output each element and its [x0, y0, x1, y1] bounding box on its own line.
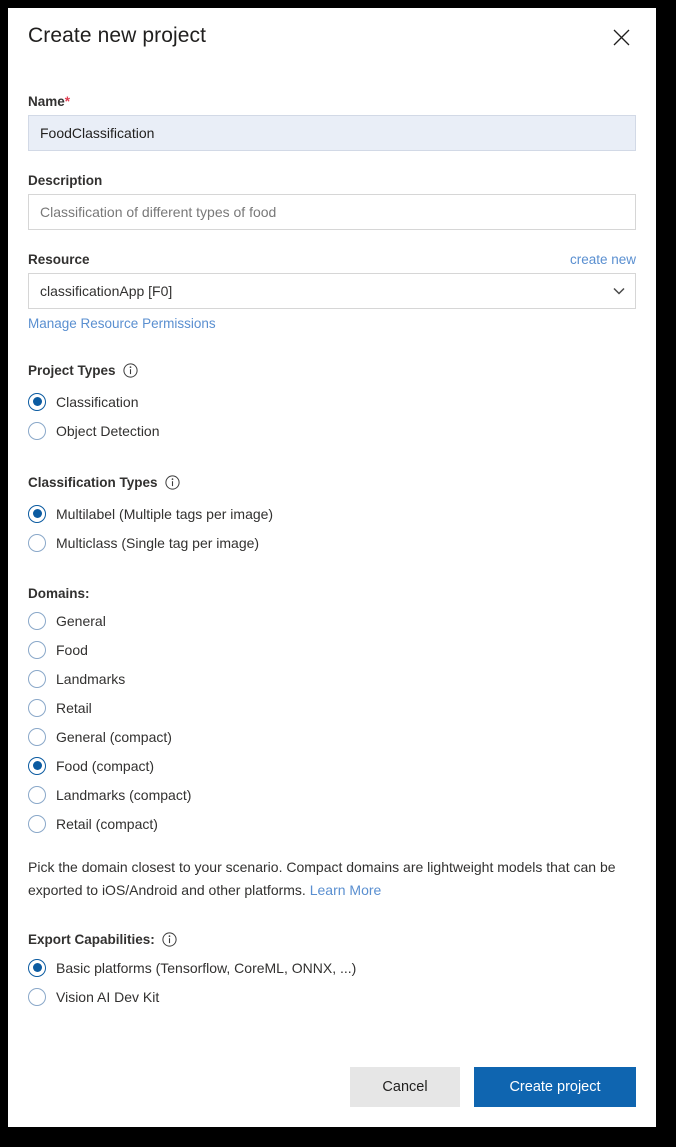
- name-label: Name*: [28, 94, 71, 109]
- radio-label: Landmarks: [56, 670, 126, 687]
- radio-indicator: [28, 987, 46, 1006]
- create-project-button[interactable]: Create project: [474, 1067, 636, 1107]
- project-types-heading: Project Types: [28, 363, 636, 378]
- radio-indicator: [28, 504, 46, 523]
- export-capabilities-heading: Export Capabilities:: [28, 932, 636, 947]
- radio-indicator: [28, 640, 46, 659]
- domains-help-text: Pick the domain closest to your scenario…: [28, 856, 636, 902]
- radio-label: Multiclass (Single tag per image): [56, 534, 260, 551]
- radio-domain-food-compact[interactable]: Food (compact): [28, 751, 636, 780]
- manage-resource-permissions-link[interactable]: Manage Resource Permissions: [28, 316, 216, 331]
- export-capabilities-group: Export Capabilities: Basic platforms (Te…: [28, 932, 636, 1011]
- info-icon[interactable]: [164, 475, 180, 490]
- radio-label: Multilabel (Multiple tags per image): [56, 505, 274, 522]
- radio-indicator: [28, 756, 46, 775]
- radio-label: Basic platforms (Tensorflow, CoreML, ONN…: [56, 959, 357, 976]
- radio-export-vision-ai-dev-kit[interactable]: Vision AI Dev Kit: [28, 982, 636, 1011]
- description-input[interactable]: [28, 194, 636, 230]
- radio-domain-food[interactable]: Food: [28, 635, 636, 664]
- name-field-group: Name*: [28, 94, 636, 151]
- classification-types-heading: Classification Types: [28, 475, 636, 490]
- radio-classification-type-multiclass[interactable]: Multiclass (Single tag per image): [28, 528, 636, 557]
- radio-label: General (compact): [56, 728, 172, 745]
- info-icon[interactable]: [122, 363, 138, 378]
- resource-select[interactable]: classificationApp [F0]: [28, 273, 636, 309]
- radio-label: General: [56, 612, 106, 629]
- dialog-header: Create new project: [28, 8, 636, 64]
- description-field-group: Description: [28, 173, 636, 230]
- radio-label: Vision AI Dev Kit: [56, 988, 160, 1005]
- required-marker: *: [64, 94, 71, 109]
- radio-label: Food (compact): [56, 757, 155, 774]
- domains-heading-label: Domains:: [28, 586, 90, 601]
- name-input[interactable]: [28, 115, 636, 151]
- radio-domain-general-compact[interactable]: General (compact): [28, 722, 636, 751]
- learn-more-link[interactable]: Learn More: [310, 882, 382, 898]
- description-label: Description: [28, 173, 103, 188]
- radio-classification-type-multilabel[interactable]: Multilabel (Multiple tags per image): [28, 499, 636, 528]
- radio-label: Landmarks (compact): [56, 786, 192, 803]
- resource-label: Resource: [28, 252, 90, 267]
- project-types-group: Project Types Classification Object Dete…: [28, 363, 636, 445]
- resource-select-value: classificationApp [F0]: [40, 283, 173, 299]
- radio-indicator: [28, 669, 46, 688]
- page-title: Create new project: [28, 24, 207, 47]
- create-project-dialog: Create new project Name* Description Res…: [8, 8, 656, 1127]
- resource-field-group: Resource create new classificationApp [F…: [28, 252, 636, 333]
- radio-domain-landmarks[interactable]: Landmarks: [28, 664, 636, 693]
- radio-label: Retail (compact): [56, 815, 158, 832]
- classification-types-heading-label: Classification Types: [28, 475, 158, 490]
- domains-heading: Domains:: [28, 586, 636, 601]
- radio-indicator: [28, 698, 46, 717]
- radio-indicator: [28, 958, 46, 977]
- classification-types-group: Classification Types Multilabel (Multipl…: [28, 475, 636, 557]
- create-new-resource-link[interactable]: create new: [570, 252, 636, 267]
- cancel-button[interactable]: Cancel: [350, 1067, 460, 1107]
- radio-indicator: [28, 611, 46, 630]
- domains-group: Domains: General Food Landmarks Retail G…: [28, 586, 636, 902]
- radio-indicator: [28, 727, 46, 746]
- close-icon: [613, 29, 630, 46]
- radio-label: Retail: [56, 699, 92, 716]
- radio-export-basic-platforms[interactable]: Basic platforms (Tensorflow, CoreML, ONN…: [28, 953, 636, 982]
- radio-label: Object Detection: [56, 422, 160, 439]
- radio-indicator: [28, 814, 46, 833]
- close-button[interactable]: [606, 22, 636, 52]
- radio-domain-landmarks-compact[interactable]: Landmarks (compact): [28, 780, 636, 809]
- export-capabilities-heading-label: Export Capabilities:: [28, 932, 155, 947]
- info-icon[interactable]: [162, 932, 177, 947]
- radio-indicator: [28, 392, 46, 411]
- project-types-heading-label: Project Types: [28, 363, 116, 378]
- radio-domain-general[interactable]: General: [28, 606, 636, 635]
- radio-indicator: [28, 533, 46, 552]
- dialog-footer: Cancel Create project: [28, 1067, 636, 1107]
- radio-domain-retail[interactable]: Retail: [28, 693, 636, 722]
- radio-label: Food: [56, 641, 88, 658]
- radio-indicator: [28, 785, 46, 804]
- radio-project-type-object-detection[interactable]: Object Detection: [28, 416, 636, 445]
- radio-indicator: [28, 421, 46, 440]
- radio-label: Classification: [56, 393, 139, 410]
- radio-project-type-classification[interactable]: Classification: [28, 387, 636, 416]
- radio-domain-retail-compact[interactable]: Retail (compact): [28, 809, 636, 838]
